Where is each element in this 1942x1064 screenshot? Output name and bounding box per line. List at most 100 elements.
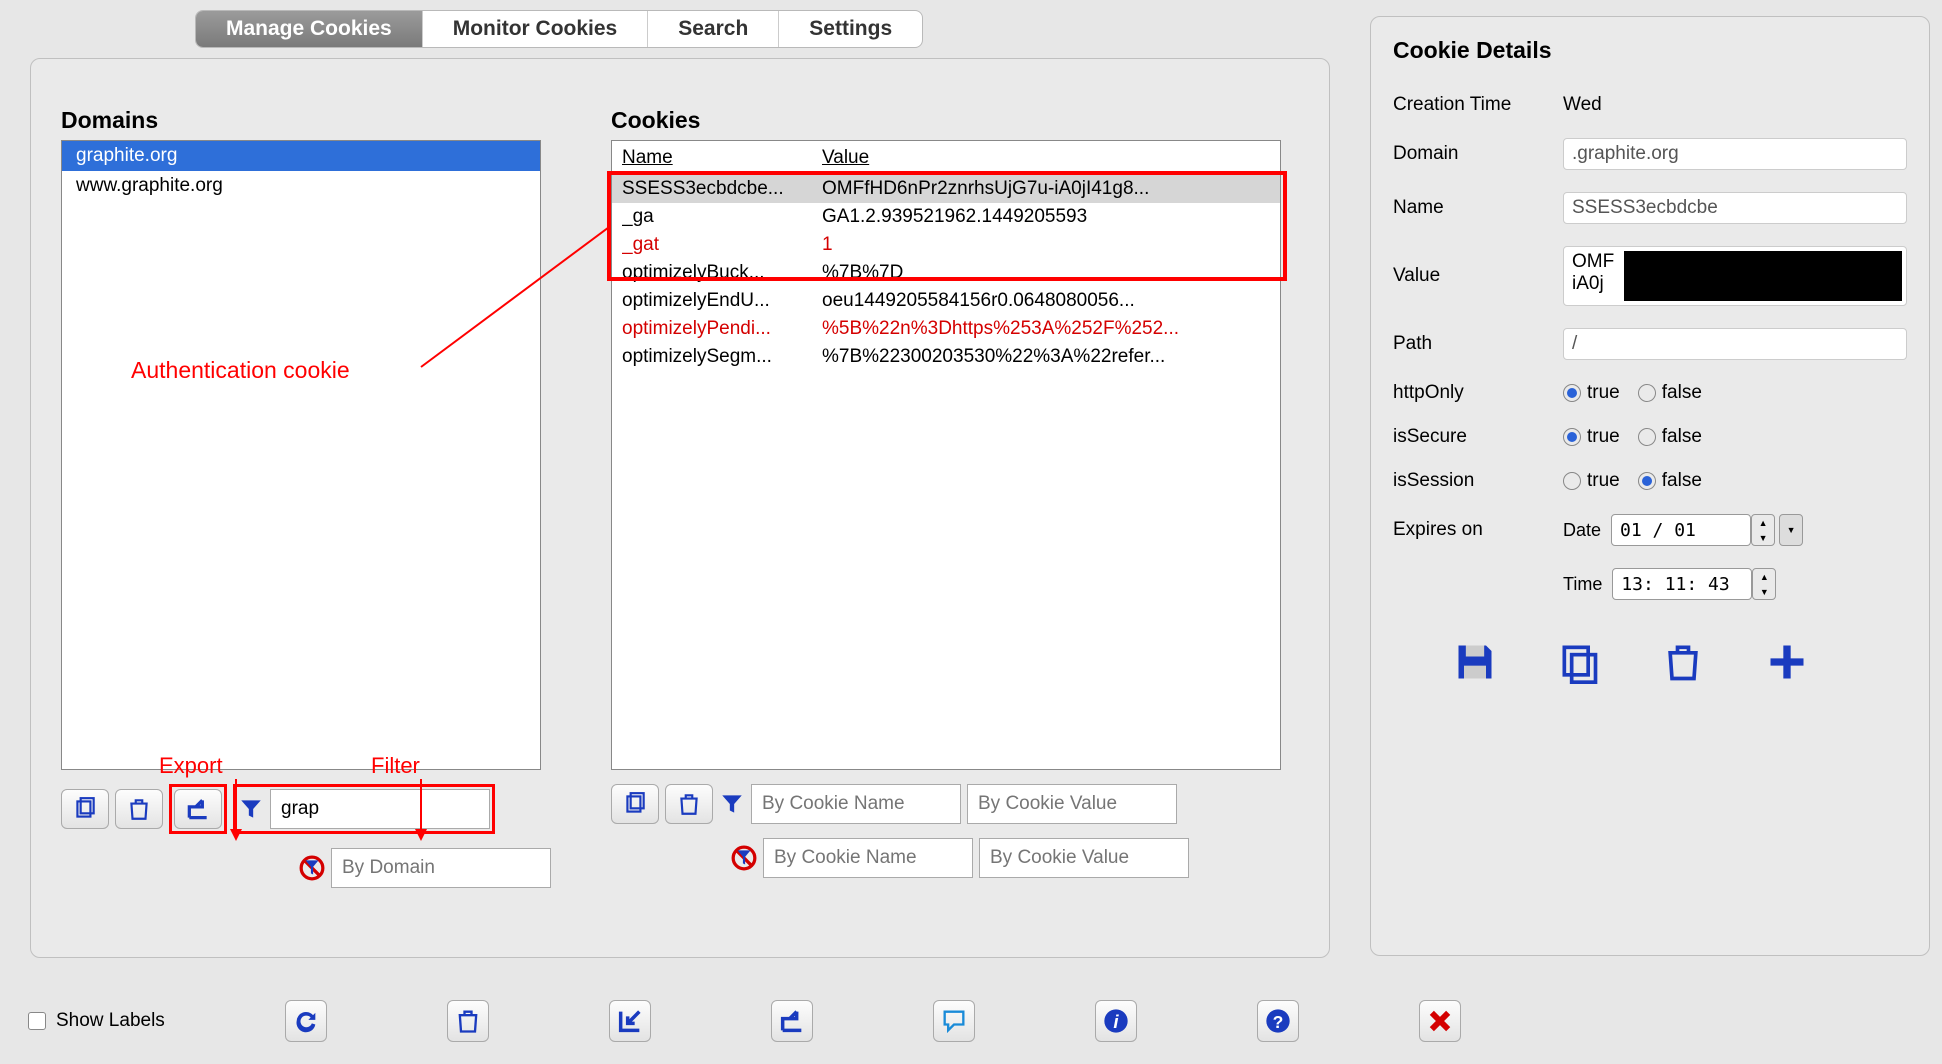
tab-settings[interactable]: Settings	[779, 11, 922, 47]
help-button[interactable]: ?	[1257, 1000, 1299, 1042]
plus-icon	[1765, 640, 1809, 684]
copy-cookie-button[interactable]	[611, 784, 659, 824]
domains-list[interactable]: graphite.org www.graphite.org	[61, 140, 541, 770]
label-path: Path	[1393, 333, 1563, 355]
field-domain[interactable]	[1563, 138, 1907, 170]
radio-issession-false[interactable]: false	[1638, 470, 1702, 492]
cookie-row[interactable]: optimizelySegm...%7B%22300203530%22%3A%2…	[612, 343, 1280, 371]
cookies-title: Cookies	[611, 107, 1311, 134]
save-icon	[1453, 640, 1497, 684]
block-value-input[interactable]	[979, 838, 1189, 878]
close-button[interactable]	[1419, 1000, 1461, 1042]
copy-icon	[622, 791, 648, 817]
duplicate-button[interactable]	[1557, 640, 1601, 684]
export-icon	[185, 796, 211, 822]
redacted-overlay	[1624, 251, 1902, 301]
tab-manage-cookies[interactable]: Manage Cookies	[196, 11, 423, 47]
field-name[interactable]	[1563, 192, 1907, 224]
field-value[interactable]: OMF iA0j	[1563, 246, 1907, 306]
date-dropdown[interactable]: ▼	[1779, 514, 1803, 546]
tabs-bar: Manage Cookies Monitor Cookies Search Se…	[195, 10, 923, 48]
block-icon[interactable]	[299, 855, 325, 881]
cookies-header: Name Value	[612, 141, 1280, 175]
export-icon	[778, 1007, 806, 1035]
field-date[interactable]	[1611, 514, 1751, 546]
tab-monitor-cookies[interactable]: Monitor Cookies	[423, 11, 649, 47]
cookie-highlight	[607, 171, 1287, 281]
annotation-export: Export	[159, 753, 223, 779]
label-expires: Expires on	[1393, 519, 1563, 541]
show-labels-toggle[interactable]: Show Labels	[28, 1010, 165, 1032]
trash-icon	[676, 791, 702, 817]
filter-icon	[238, 796, 264, 822]
export-all-button[interactable]	[771, 1000, 813, 1042]
checkbox-icon[interactable]	[28, 1012, 46, 1030]
refresh-icon	[292, 1007, 320, 1035]
export-highlight	[169, 784, 227, 834]
label-date: Date	[1563, 520, 1601, 541]
tab-search[interactable]: Search	[648, 11, 779, 47]
label-domain: Domain	[1393, 143, 1563, 165]
copy-button[interactable]	[61, 789, 109, 829]
delete-cookie-button[interactable]	[665, 784, 713, 824]
label-name: Name	[1393, 197, 1563, 219]
info-button[interactable]: i	[1095, 1000, 1137, 1042]
cookie-row[interactable]: optimizelyEndU...oeu1449205584156r0.0648…	[612, 287, 1280, 315]
add-button[interactable]	[1765, 640, 1809, 684]
show-labels-text: Show Labels	[56, 1010, 165, 1032]
domain-filter-input[interactable]	[270, 789, 490, 829]
block-name-input[interactable]	[763, 838, 973, 878]
label-creation: Creation Time	[1393, 94, 1563, 116]
time-stepper[interactable]: ▲▼	[1752, 568, 1776, 600]
delete-detail-button[interactable]	[1661, 640, 1705, 684]
radio-issecure-false[interactable]: false	[1638, 426, 1702, 448]
trash-icon	[126, 796, 152, 822]
field-time[interactable]	[1612, 568, 1752, 600]
filter-value-input[interactable]	[967, 784, 1177, 824]
trash-icon	[454, 1007, 482, 1035]
speech-icon	[940, 1007, 968, 1035]
copy-icon	[1557, 640, 1601, 684]
value-creation: Wed	[1563, 94, 1602, 116]
comment-button[interactable]	[933, 1000, 975, 1042]
domain-row[interactable]: graphite.org	[62, 141, 540, 171]
close-icon	[1426, 1007, 1454, 1035]
cookie-row[interactable]: optimizelyPendi...%5B%22n%3Dhttps%253A%2…	[612, 315, 1280, 343]
radio-issession-true[interactable]: true	[1563, 470, 1620, 492]
label-issecure: isSecure	[1393, 426, 1563, 448]
field-path[interactable]	[1563, 328, 1907, 360]
filter-icon	[719, 791, 745, 817]
col-name[interactable]: Name	[622, 147, 822, 169]
import-icon	[616, 1007, 644, 1035]
delete-all-button[interactable]	[447, 1000, 489, 1042]
delete-button[interactable]	[115, 789, 163, 829]
cookies-table[interactable]: Name Value SSESS3ecbdcbe...OMFfHD6nPr2zn…	[611, 140, 1281, 770]
block-icon[interactable]	[731, 845, 757, 871]
export-button[interactable]	[174, 789, 222, 829]
main-panel: Domains graphite.org www.graphite.org	[30, 58, 1330, 958]
radio-httponly-true[interactable]: true	[1563, 382, 1620, 404]
domains-title: Domains	[61, 107, 581, 134]
filter-name-input[interactable]	[751, 784, 961, 824]
cookies-panel: Cookies Name Value SSESS3ecbdcbe...OMFfH…	[611, 107, 1311, 878]
annotation-auth: Authentication cookie	[131, 357, 350, 384]
svg-text:i: i	[1113, 1011, 1119, 1032]
filter-highlight	[233, 784, 495, 834]
bottom-toolbar: Show Labels i ?	[28, 1000, 1461, 1042]
radio-httponly-false[interactable]: false	[1638, 382, 1702, 404]
by-domain-input[interactable]	[331, 848, 551, 888]
import-button[interactable]	[609, 1000, 651, 1042]
trash-icon	[1661, 640, 1705, 684]
svg-text:?: ?	[1272, 1012, 1283, 1032]
date-stepper[interactable]: ▲▼	[1751, 514, 1775, 546]
radio-issecure-true[interactable]: true	[1563, 426, 1620, 448]
refresh-button[interactable]	[285, 1000, 327, 1042]
label-httponly: httpOnly	[1393, 382, 1563, 404]
help-icon: ?	[1264, 1007, 1292, 1035]
col-value[interactable]: Value	[822, 147, 1270, 169]
label-value: Value	[1393, 265, 1563, 287]
label-issession: isSession	[1393, 470, 1563, 492]
domain-row[interactable]: www.graphite.org	[62, 171, 540, 201]
save-button[interactable]	[1453, 640, 1497, 684]
copy-icon	[72, 796, 98, 822]
